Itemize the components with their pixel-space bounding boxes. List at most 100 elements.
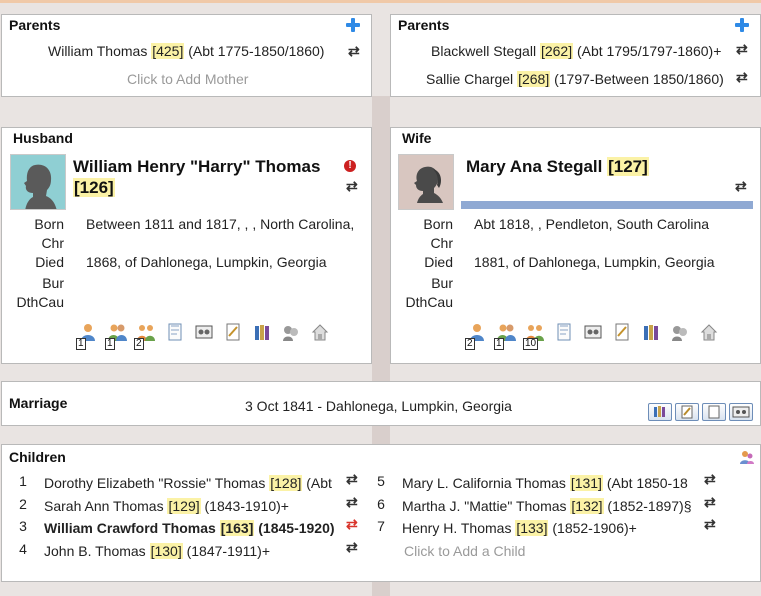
child-number: 7 [377,518,385,534]
fact-label-dthcau: DthCau [16,294,64,310]
events-icon[interactable] [612,322,632,342]
notes-icon[interactable] [165,322,185,342]
fact-value-died[interactable]: 1868, of Dahlonega, Lumpkin, Georgia [86,254,327,270]
parents-icon[interactable]: 1 [76,322,98,350]
add-parents-plus-icon[interactable] [346,18,360,32]
wife-mother-entry[interactable]: Sallie Chargel [268] (1797-Between 1850/… [426,71,724,87]
swap-icon[interactable]: ⇄ [346,540,358,554]
wife-photo[interactable] [398,154,454,210]
parents-icon[interactable]: 2 [465,322,487,350]
swap-icon[interactable]: ⇄ [346,495,358,509]
child-dates: (1845-1920) [254,520,335,536]
husband-father-id: [425] [151,43,185,59]
child-number: 4 [19,540,27,557]
child-entry[interactable]: Henry H. Thomas [133] (1852-1906)+ [402,520,637,536]
marriage-title: Marriage [9,395,68,411]
husband-name[interactable]: William Henry "Harry" Thomas [126] [73,156,348,198]
child-dates: (1847-1911)+ [182,542,271,559]
media-icon[interactable] [583,322,603,342]
child-name: William Crawford Thomas [44,520,220,536]
books-icon [654,406,665,417]
child-id: [133] [515,520,549,536]
child-id: [129] [167,497,201,514]
child-name: Sarah Ann Thomas [44,497,168,514]
alert-icon[interactable]: ! [344,160,356,172]
fact-label-born: Born [34,216,64,232]
fact-label-died: Died [35,254,64,270]
fact-label-dthcau: DthCau [405,294,453,310]
husband-title: Husband [13,130,73,146]
child-id: [131] [569,475,603,491]
wife-title: Wife [402,130,432,146]
add-mother-link[interactable]: Click to Add Mother [127,71,248,87]
swap-icon[interactable]: ⇄ [346,472,358,486]
marriage-notes-button[interactable] [675,403,699,421]
marriage-media-button[interactable] [729,403,753,421]
wife-highlight-bar [461,201,753,209]
swap-icon[interactable]: ⇄ [735,179,747,193]
child-dates: (1843-1910)+ [200,497,289,514]
fact-value-born[interactable]: Abt 1818, , Pendleton, South Carolina [474,216,709,232]
children-icon[interactable]: 2 [134,322,156,350]
wife-panel: Wife Mary Ana Stegall [127] ⇄ Born Abt 1… [390,127,761,364]
child-id: [132] [570,497,604,514]
add-parents-plus-icon[interactable] [735,18,749,32]
wife-parents-title: Parents [398,17,450,33]
child-name: Martha J. "Mattie" Thomas [402,497,571,514]
children-title: Children [9,449,66,465]
top-border [0,0,761,3]
marriage-blank-button[interactable] [702,403,726,421]
media-icon[interactable] [194,322,214,342]
wife-father-entry[interactable]: Blackwell Stegall [262] (Abt 1795/1797-1… [431,43,721,59]
child-entry[interactable]: Martha J. "Mattie" Thomas [132] (1852-18… [402,497,692,514]
child-entry[interactable]: Mary L. California Thomas [131] (Abt 185… [402,475,688,491]
count-badge: 2 [465,338,475,350]
husband-father-entry[interactable]: William Thomas [425] (Abt 1775-1850/1860… [48,43,324,59]
wife-name[interactable]: Mary Ana Stegall [127] [466,156,726,177]
swap-icon[interactable]: ⇄ [736,70,748,84]
husband-photo[interactable] [10,154,66,210]
swap-icon[interactable]: ⇄ [704,472,716,486]
child-number: 6 [377,495,385,512]
wife-mother-id: [268] [517,71,551,87]
child-entry[interactable]: John B. Thomas [130] (1847-1911)+ [44,542,271,559]
child-id: [128] [269,475,303,491]
wife-father-name: Blackwell Stegall [431,43,537,59]
sources-icon[interactable] [252,322,272,342]
swap-icon[interactable]: ⇄ [736,42,748,56]
swap-icon[interactable]: ⇄ [346,517,358,531]
sources-icon[interactable] [641,322,661,342]
fact-value-died[interactable]: 1881, of Dahlonega, Lumpkin, Georgia [474,254,715,270]
child-number: 3 [19,518,27,534]
add-child-link[interactable]: Click to Add a Child [404,543,525,559]
swap-icon[interactable]: ⇄ [704,517,716,531]
wife-father-id: [262] [539,43,574,59]
associations-icon[interactable] [670,322,690,342]
swap-icon[interactable]: ⇄ [704,495,716,509]
child-entry[interactable]: Dorothy Elizabeth "Rossie" Thomas [128] … [44,475,332,491]
address-icon[interactable] [310,322,330,342]
child-name: Henry H. Thomas [402,520,516,536]
fact-value-born[interactable]: Between 1811 and 1817, , , North Carolin… [86,216,354,232]
wife-id: [127] [607,157,649,176]
address-icon[interactable] [699,322,719,342]
notes-icon[interactable] [554,322,574,342]
spouses-icon[interactable]: 1 [494,322,516,350]
spouses-icon[interactable]: 1 [105,322,127,350]
swap-icon[interactable]: ⇄ [346,179,358,193]
swap-icon[interactable]: ⇄ [348,44,360,58]
events-icon[interactable] [223,322,243,342]
marriage-sources-button[interactable] [648,403,672,421]
count-badge: 1 [105,338,115,350]
husband-parents-panel: Parents William Thomas [425] (Abt 1775-1… [1,14,372,97]
marriage-value[interactable]: 3 Oct 1841 - Dahlonega, Lumpkin, Georgia [245,398,512,414]
child-entry[interactable]: Sarah Ann Thomas [129] (1843-1910)+ [44,497,289,514]
children-icon[interactable]: 10 [523,322,545,350]
count-badge: 10 [523,338,539,350]
wife-mother-name: Sallie Chargel [426,71,514,87]
child-entry[interactable]: William Crawford Thomas [163] (1845-1920… [44,520,335,536]
associations-icon[interactable] [281,322,301,342]
husband-id: [126] [73,178,115,197]
add-child-icon[interactable] [739,449,755,465]
fact-label-born: Born [423,216,453,232]
